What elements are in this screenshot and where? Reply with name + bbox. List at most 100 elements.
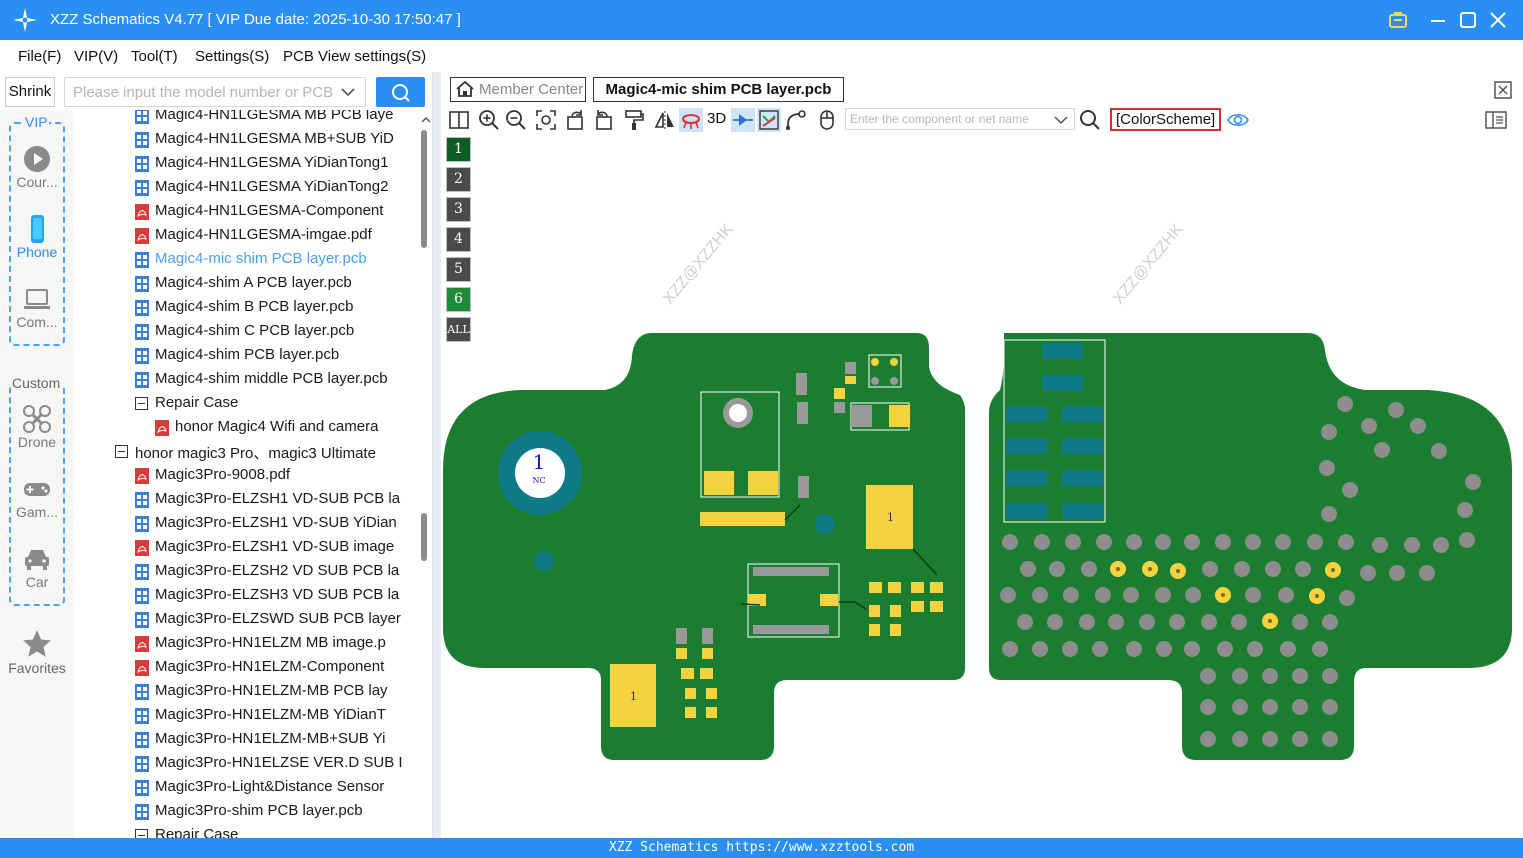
bga-ball-pad (1262, 699, 1278, 715)
bga-ball-pad (1156, 641, 1172, 657)
arrow-right-icon[interactable] (731, 108, 755, 132)
bga-ball-pad (1433, 537, 1449, 553)
nc-label: NC (532, 476, 545, 485)
pcb-file-icon (135, 780, 149, 796)
tree-item-label: Repair Case (155, 394, 239, 411)
split-view-icon[interactable] (447, 108, 471, 132)
category-phone[interactable]: Phone (0, 214, 74, 260)
tab-member-center[interactable]: Member Center (450, 77, 586, 102)
menu-tool[interactable]: Tool(T) (131, 48, 178, 65)
bga-ball-pad (1322, 731, 1338, 747)
bga-ball-pad (1081, 561, 1097, 577)
bga-ball-pad (1034, 534, 1050, 550)
via-pad (534, 551, 554, 571)
close-icon[interactable] (1486, 8, 1510, 32)
bga-ball-center-dot (1148, 567, 1152, 571)
collapse-toggle-icon[interactable] (135, 829, 148, 838)
bga-ball-pad (1388, 402, 1404, 418)
bga-ball-pad (1215, 534, 1231, 550)
component-search-input[interactable] (845, 108, 1075, 130)
bga-ball-pad (1201, 614, 1217, 630)
bga-ball-pad (1459, 532, 1475, 548)
category-computer[interactable]: Com... (0, 284, 74, 330)
bga-ball-pad (1032, 641, 1048, 657)
3d-view-button[interactable]: 3D (707, 110, 726, 127)
menu-pcb-view-settings[interactable]: PCB View settings(S) (283, 48, 426, 65)
bga-ball-pad (1319, 460, 1335, 476)
chevron-down-icon[interactable] (1053, 112, 1069, 128)
category-games[interactable]: Gam... (0, 474, 74, 520)
scrollbar-thumb-secondary[interactable] (421, 513, 427, 561)
tree-item-label: Repair Case (155, 826, 239, 838)
zoom-out-icon[interactable] (504, 108, 528, 132)
fit-view-icon[interactable] (534, 108, 558, 132)
tree-item-label: Magic3Pro-ELZSH2 VD SUB PCB la (155, 562, 400, 579)
menu-file[interactable]: File(F) (18, 48, 61, 65)
layer-display-icon[interactable] (757, 108, 781, 132)
zoom-in-icon[interactable] (477, 108, 501, 132)
menu-settings[interactable]: Settings(S) (195, 48, 269, 65)
color-scheme-button[interactable]: [ColorScheme] (1110, 108, 1222, 131)
play-circle-icon (24, 146, 50, 172)
car-icon (25, 550, 49, 570)
shrink-button[interactable]: Shrink (5, 77, 55, 107)
model-search-input[interactable] (64, 77, 366, 107)
bga-ball-pad (1419, 565, 1435, 581)
collapse-toggle-icon[interactable] (115, 445, 128, 458)
category-label: Gam... (15, 504, 58, 520)
trace-icon[interactable] (784, 108, 808, 132)
tab-active-pcb-file[interactable]: Magic4-mic shim PCB layer.pcb (593, 77, 844, 102)
tree-item-label: Magic3Pro-ELZSH1 VD-SUB YiDian (155, 514, 397, 531)
pcb-file-icon (135, 588, 149, 604)
briefcase-icon[interactable] (1386, 8, 1410, 32)
chevron-down-icon[interactable] (340, 84, 356, 100)
via-pad (815, 514, 835, 534)
bga-ball-pad (1002, 641, 1018, 657)
category-car[interactable]: Car (0, 544, 74, 590)
bga-ball-pad (1079, 614, 1095, 630)
pin-one-label: 1 (887, 511, 894, 524)
tab-label: Member Center (479, 81, 584, 98)
pcb-file-icon (135, 684, 149, 700)
search-button[interactable] (376, 77, 425, 107)
bga-ball-pad (1292, 614, 1308, 630)
bga-ball-pad (1184, 534, 1200, 550)
maximize-icon[interactable] (1456, 8, 1480, 32)
bga-ball-pad (1155, 534, 1171, 550)
eye-icon[interactable] (1226, 108, 1250, 132)
pcb-canvas[interactable]: XZZ@XZZHK XZZ@XZZHK 1 NC 1 1 (441, 135, 1523, 838)
category-drone[interactable]: Drone (0, 404, 74, 450)
minimize-icon[interactable] (1426, 8, 1450, 32)
bga-ball-pad (1322, 668, 1338, 684)
pcb-file-icon (135, 492, 149, 508)
bga-ball-pad (1292, 699, 1308, 715)
gamepad-icon (24, 483, 50, 496)
close-tab-icon[interactable] (1493, 80, 1513, 100)
collapse-toggle-icon[interactable] (135, 397, 148, 410)
tree-item-label: Magic4-HN1LGESMA-imgae.pdf (155, 226, 372, 243)
rotate-right-icon[interactable] (591, 108, 615, 132)
bga-ball-pad (1247, 641, 1263, 657)
tree-item-label: Magic3Pro-ELZSH3 VD SUB PCB la (155, 586, 400, 603)
category-courses[interactable]: Cour... (0, 144, 74, 190)
rotate-left-icon[interactable] (564, 108, 588, 132)
tree-scrollbar[interactable] (420, 110, 432, 838)
tab-label: Magic4-mic shim PCB layer.pcb (605, 81, 832, 98)
pdf-file-icon (135, 228, 149, 244)
panel-splitter[interactable] (432, 72, 441, 838)
category-label: Car (25, 574, 49, 590)
tree-item-label: Magic3Pro-ELZSWD SUB PCB layer (155, 610, 401, 627)
side-panel-icon[interactable] (1484, 108, 1508, 132)
scroll-up-icon[interactable] (420, 110, 432, 130)
category-favorites[interactable]: Favorites (0, 628, 74, 676)
menu-vip[interactable]: VIP(V) (74, 48, 118, 65)
mouse-icon[interactable] (815, 108, 839, 132)
scrollbar-thumb[interactable] (421, 130, 427, 248)
highlight-net-icon[interactable] (679, 108, 703, 132)
bga-ball-pad (1232, 731, 1248, 747)
component-search-icon[interactable] (1078, 108, 1102, 132)
paint-roller-icon[interactable] (622, 108, 646, 132)
mirror-icon[interactable] (653, 108, 677, 132)
bga-ball-pad (1278, 587, 1294, 603)
category-label: Favorites (8, 660, 66, 676)
